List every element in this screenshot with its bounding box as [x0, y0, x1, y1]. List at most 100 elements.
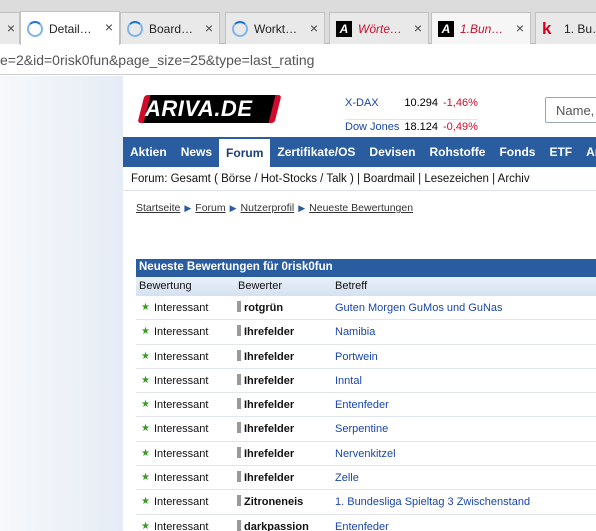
tab-title: Wörte…	[358, 21, 403, 36]
tab-kicker[interactable]: k 1. Bu…	[535, 12, 596, 44]
close-icon[interactable]: ×	[205, 20, 213, 36]
table-row: ★ Interessant Ihrefelder Namibia	[136, 320, 596, 345]
table-row: ★ Interessant Ihrefelder Entenfeder	[136, 393, 596, 418]
tab-detail[interactable]: Detail… ×	[20, 11, 120, 45]
rating-label: Interessant	[154, 302, 209, 314]
url-text[interactable]: e=2&id=0risk0fun&page_size=25&type=last_…	[0, 52, 314, 68]
logo-text[interactable]: ARIVA.DE	[145, 96, 253, 122]
nav-fonds[interactable]: Fonds	[492, 137, 542, 167]
table-row: ★ Interessant Zitroneneis 1. Bundesliga …	[136, 490, 596, 515]
user-level-bar	[237, 422, 241, 434]
rater-name[interactable]: Ihrefelder	[244, 423, 294, 435]
ticker-row: X-DAX 10.294 -1,46%	[345, 96, 478, 121]
star-icon: ★	[141, 302, 150, 313]
ariva-icon: A	[438, 20, 454, 37]
tab-workt[interactable]: Workt… ×	[225, 12, 325, 44]
ticker-name[interactable]: X-DAX	[345, 96, 400, 119]
nav-zertifikate[interactable]: Zertifikate/OS	[270, 137, 362, 167]
table-row: ★ Interessant rotgrün Guten Morgen GuMos…	[136, 296, 596, 321]
user-level-bar	[237, 519, 241, 531]
subject-link[interactable]: 1. Bundesliga Spieltag 3 Zwischenstand	[335, 496, 530, 508]
tab-partial[interactable]: ×	[0, 12, 20, 44]
rating-label: Interessant	[154, 520, 209, 531]
nav-news[interactable]: News	[174, 137, 219, 167]
ratings-box-title: Neueste Bewertungen für 0risk0fun	[136, 259, 596, 277]
ticker-change: -1,46%	[443, 97, 478, 109]
subject-link[interactable]: Namibia	[335, 326, 375, 338]
star-icon: ★	[141, 423, 150, 435]
breadcrumb-nutzerprofil[interactable]: Nutzerprofil	[241, 202, 295, 214]
ratings-table-body: ★ Interessant rotgrün Guten Morgen GuMos…	[136, 296, 596, 531]
table-row: ★ Interessant Ihrefelder Portwein	[136, 345, 596, 369]
loading-spinner-icon	[27, 20, 43, 37]
table-row: ★ Interessant darkpassion Entenfeder	[136, 515, 596, 531]
column-bewertung: Bewertung	[139, 280, 192, 292]
ratings-table-header: Bewertung Bewerter Betreff	[136, 277, 596, 296]
subject-link[interactable]: Zelle	[335, 472, 359, 484]
close-icon[interactable]: ×	[414, 20, 422, 36]
rating-label: Interessant	[154, 374, 209, 387]
rater-name[interactable]: Ihrefelder	[244, 399, 294, 411]
search-input[interactable]: Name,	[545, 97, 596, 123]
nav-aktien[interactable]: Aktien	[123, 137, 174, 167]
subject-link[interactable]: Nervenkitzel	[335, 448, 396, 460]
subject-link[interactable]: Entenfeder	[335, 399, 389, 411]
close-icon[interactable]: ×	[105, 19, 113, 35]
close-icon[interactable]: ×	[7, 20, 15, 36]
rater-name[interactable]: Ihrefelder	[244, 472, 294, 484]
table-row: ★ Interessant Ihrefelder Serpentine	[136, 417, 596, 442]
tab-board[interactable]: Board… ×	[120, 12, 220, 44]
page-left-margin	[0, 76, 123, 531]
address-bar[interactable]: e=2&id=0risk0fun&page_size=25&type=last_…	[0, 45, 596, 75]
user-level-bar	[237, 446, 241, 458]
tab-bundesliga[interactable]: A 1.Bun… ×	[431, 12, 531, 44]
column-betreff: Betreff	[335, 280, 368, 292]
table-row: ★ Interessant Ihrefelder Zelle	[136, 466, 596, 491]
star-icon: ★	[141, 374, 150, 386]
rating-label: Interessant	[154, 399, 209, 412]
subject-link[interactable]: Entenfeder	[335, 521, 389, 531]
table-row: ★ Interessant Ihrefelder Nervenkitzel	[136, 442, 596, 467]
nav-rohstoffe[interactable]: Rohstoffe	[422, 137, 492, 167]
close-icon[interactable]: ×	[310, 20, 318, 36]
forum-subnav[interactable]: Forum: Gesamt ( Börse / Hot-Stocks / Tal…	[131, 173, 530, 185]
breadcrumb-neueste-bewertungen[interactable]: Neueste Bewertungen	[309, 202, 413, 214]
chevron-right-icon: ▶	[184, 202, 192, 213]
breadcrumb: Startseite ▶ Forum ▶ Nutzerprofil ▶ Neue…	[136, 202, 413, 214]
table-row: ★ Interessant Ihrefelder Inntal	[136, 369, 596, 394]
subject-link[interactable]: Portwein	[335, 351, 378, 363]
star-icon: ★	[141, 350, 150, 362]
tab-woerte[interactable]: A Wörte… ×	[329, 12, 429, 44]
subject-link[interactable]: Guten Morgen GuMos und GuNas	[335, 302, 503, 314]
rater-name[interactable]: Ihrefelder	[244, 326, 294, 338]
nav-anle[interactable]: Anle	[579, 137, 596, 167]
rating-label: Interessant	[154, 326, 209, 339]
main-nav: Aktien News Forum Zertifikate/OS Devisen…	[123, 137, 596, 167]
ariva-icon: A	[336, 20, 352, 37]
rater-name[interactable]: darkpassion	[244, 521, 309, 531]
rater-name[interactable]: Ihrefelder	[244, 375, 294, 387]
star-icon: ★	[141, 447, 150, 459]
ticker-value: 10.294	[404, 97, 438, 109]
k-logo-icon: k	[542, 18, 552, 38]
subject-link[interactable]: Serpentine	[335, 423, 388, 435]
subject-link[interactable]: Inntal	[335, 375, 362, 387]
user-level-bar	[237, 398, 241, 410]
rater-name[interactable]: Ihrefelder	[244, 448, 294, 460]
nav-etf[interactable]: ETF	[542, 137, 579, 167]
chevron-right-icon: ▶	[298, 202, 306, 213]
breadcrumb-forum[interactable]: Forum	[195, 202, 225, 214]
rater-name[interactable]: Zitroneneis	[244, 496, 303, 508]
user-level-bar	[237, 349, 241, 361]
nav-devisen[interactable]: Devisen	[362, 137, 422, 167]
chevron-right-icon: ▶	[229, 202, 237, 213]
user-level-bar	[237, 495, 241, 507]
rater-name[interactable]: Ihrefelder	[244, 351, 294, 363]
rater-name[interactable]: rotgrün	[244, 302, 283, 314]
tab-title: 1. Bu…	[563, 21, 596, 36]
close-icon[interactable]: ×	[516, 20, 524, 36]
column-bewerter: Bewerter	[238, 280, 283, 292]
nav-forum[interactable]: Forum	[219, 137, 271, 167]
rating-label: Interessant	[154, 350, 209, 363]
breadcrumb-startseite[interactable]: Startseite	[136, 202, 180, 214]
